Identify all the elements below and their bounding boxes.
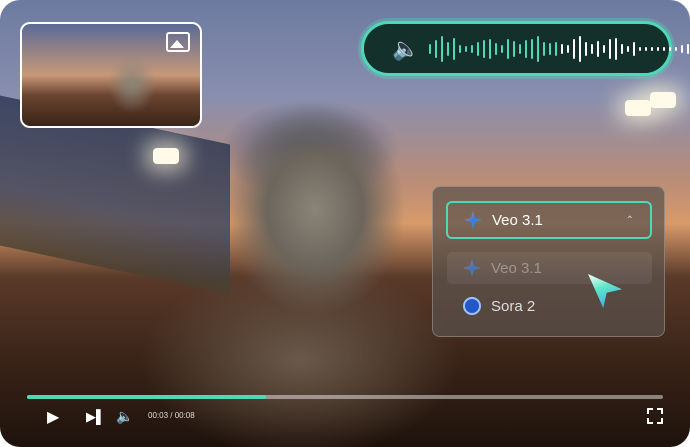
- video-player: 🔈 Veo 3.1 ⌃ Veo 3.1 Sora 2 ▶ ▶▌ 🔈 00:03 …: [0, 0, 690, 447]
- speaker-icon: 🔈: [392, 35, 420, 61]
- waveform-bar: [525, 39, 528, 58]
- waveform-bar: [621, 43, 624, 54]
- fullscreen-button[interactable]: [647, 408, 663, 424]
- waveform-bar: [603, 44, 606, 53]
- waveform: [429, 29, 690, 69]
- waveform-bar: [429, 43, 432, 54]
- waveform-bar: [687, 43, 690, 54]
- waveform-bar: [657, 46, 660, 51]
- waveform-bar: [447, 41, 450, 56]
- selected-model-label: Veo 3.1: [492, 211, 543, 229]
- waveform-bar: [495, 42, 498, 55]
- waveform-bar: [459, 44, 462, 53]
- time-display: 00:03 / 00:08: [148, 411, 195, 420]
- waveform-bar: [639, 46, 642, 51]
- waveform-bar: [441, 35, 444, 62]
- veo-star-icon: [463, 259, 481, 277]
- waveform-bar: [453, 37, 456, 60]
- waveform-bar: [627, 45, 630, 52]
- waveform-bar: [645, 46, 648, 51]
- waveform-bar: [669, 46, 672, 51]
- waveform-bar: [555, 41, 558, 56]
- waveform-bar: [663, 46, 666, 51]
- waveform-bar: [435, 39, 438, 58]
- next-button[interactable]: ▶▌: [86, 409, 105, 425]
- waveform-bar: [477, 41, 480, 56]
- volume-button[interactable]: 🔈: [116, 408, 133, 425]
- waveform-bar: [531, 38, 534, 59]
- waveform-bar: [465, 45, 468, 52]
- waveform-bar: [597, 40, 600, 57]
- waveform-bar: [633, 41, 636, 56]
- waveform-bar: [543, 41, 546, 56]
- waveform-bar: [501, 44, 504, 53]
- audio-waveform-pill[interactable]: 🔈: [361, 21, 690, 76]
- option-veo[interactable]: Veo 3.1: [447, 252, 652, 284]
- waveform-bar: [681, 44, 684, 53]
- progress-fill: [27, 395, 266, 399]
- model-select[interactable]: Veo 3.1 ⌃: [446, 201, 652, 239]
- waveform-bar: [573, 38, 576, 59]
- waveform-bar: [609, 38, 612, 59]
- waveform-bar: [489, 38, 492, 59]
- play-button[interactable]: ▶: [47, 407, 59, 427]
- waveform-bar: [675, 46, 678, 51]
- waveform-bar: [579, 35, 582, 62]
- waveform-bar: [471, 44, 474, 53]
- waveform-bar: [549, 42, 552, 55]
- option-label: Sora 2: [491, 297, 536, 315]
- image-icon: [166, 32, 190, 52]
- chevron-up-icon: ⌃: [625, 214, 634, 226]
- veo-star-icon: [464, 211, 482, 229]
- progress-bar[interactable]: [27, 395, 663, 399]
- stadium-light: [153, 148, 179, 164]
- sora-icon: [463, 297, 481, 315]
- waveform-bar: [591, 43, 594, 54]
- waveform-bar: [507, 38, 510, 59]
- waveform-bar: [519, 43, 522, 54]
- option-sora[interactable]: Sora 2: [447, 290, 652, 322]
- reference-image-thumbnail[interactable]: [20, 22, 202, 128]
- waveform-bar: [615, 37, 618, 60]
- stadium-light: [625, 100, 651, 116]
- model-dropdown: Veo 3.1 ⌃ Veo 3.1 Sora 2: [432, 186, 665, 337]
- waveform-bar: [585, 41, 588, 56]
- option-label: Veo 3.1: [491, 259, 542, 277]
- waveform-bar: [561, 43, 564, 54]
- waveform-bar: [537, 35, 540, 62]
- waveform-bar: [651, 46, 654, 51]
- stadium-light: [650, 92, 676, 108]
- waveform-bar: [567, 44, 570, 53]
- waveform-bar: [513, 40, 516, 57]
- waveform-bar: [483, 39, 486, 58]
